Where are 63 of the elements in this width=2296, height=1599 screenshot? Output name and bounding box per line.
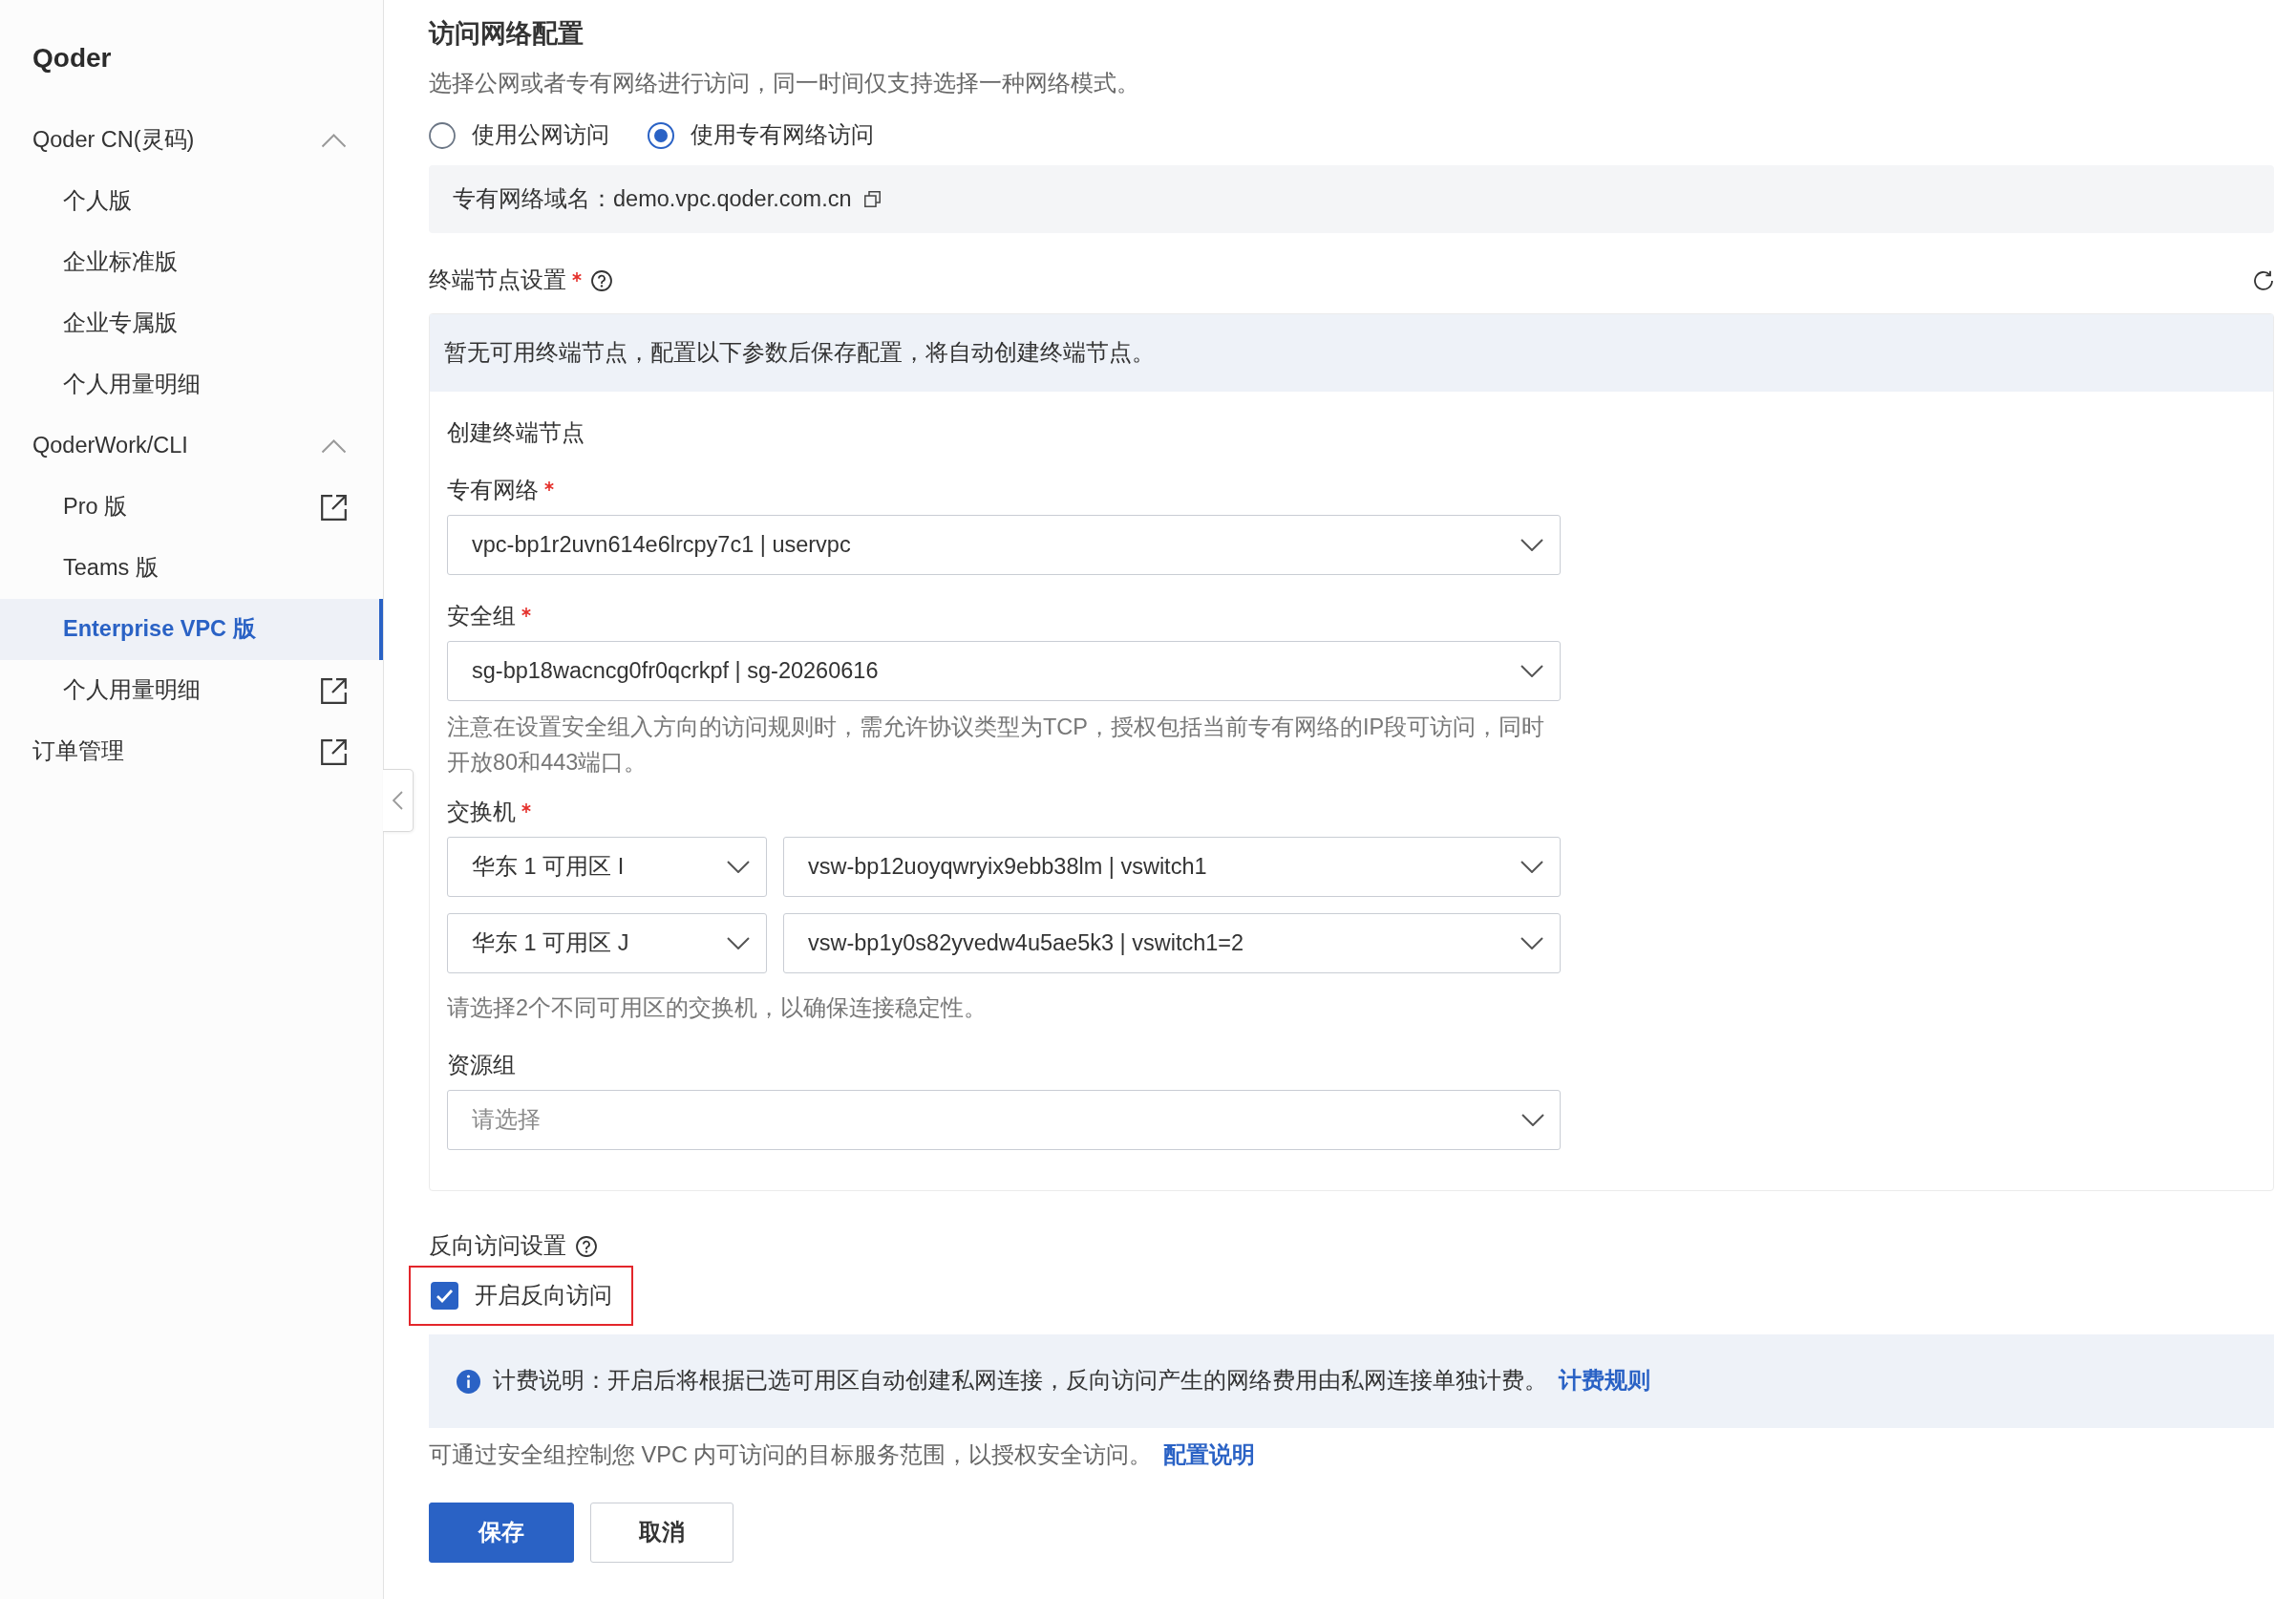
section-label: 反向访问设置 (429, 1232, 566, 1261)
chevron-up-icon[interactable] (321, 438, 347, 454)
sidebar-item[interactable]: Enterprise VPC 版 (0, 599, 383, 660)
chevron-down-icon (1520, 861, 1543, 873)
sidebar-item[interactable]: 个人版 (0, 171, 383, 232)
help-icon[interactable] (576, 1236, 597, 1257)
info-icon (457, 1369, 480, 1394)
checkbox[interactable] (431, 1282, 458, 1310)
dropdown-field[interactable]: vsw-bp12uoyqwryix9ebb38lm | vswitch1 (783, 837, 1561, 897)
chevron-down-icon (1521, 1114, 1544, 1126)
section-title: 访问网络配置 (429, 18, 584, 50)
sidebar-item[interactable]: Pro 版 (0, 477, 383, 538)
sidebar-group-header[interactable]: QoderWork/CLI (0, 416, 383, 477)
external-link-icon[interactable] (321, 677, 347, 704)
field-label: 资源组 (447, 1052, 516, 1079)
sidebar-item[interactable]: 企业专属版 (0, 293, 383, 354)
chevron-left-icon (393, 791, 403, 810)
domain-label: 专有网络域名： (453, 184, 613, 213)
field-label: 交换机 (447, 799, 516, 826)
config-guide-link[interactable]: 配置说明 (1163, 1442, 1256, 1467)
chevron-up-icon[interactable] (321, 133, 347, 148)
chevron-down-icon (727, 861, 750, 873)
notice-banner: 暂无可用终端节点，配置以下参数后保存配置，将自动创建终端节点。 (430, 314, 2273, 392)
billing-note: 计费说明：开启后将根据已选可用区自动创建私网连接，反向访问产生的网络费用由私网连接单独计费。 计费规则 (493, 1367, 1650, 1396)
field-hint: 注意在设置安全组入方向的访问规则时，需允许协议类型为TCP，授权包括当前专有网络的IP段可访问，同时开放80和443端口。 (447, 714, 1546, 777)
dropdown-field[interactable]: sg-bp18wacncg0fr0qcrkpf | sg-20260616 (447, 641, 1561, 701)
section-description: 选择公网或者专有网络进行访问，同一时间仅支持选择一种网络模式。 (429, 70, 1139, 97)
help-icon[interactable] (591, 270, 612, 291)
chevron-down-icon (1520, 539, 1543, 551)
dropdown-field[interactable]: vpc-bp1r2uvn614e6lrcpy7c1 | uservpc (447, 515, 1561, 575)
radio-label: 使用公网访问 (472, 121, 609, 150)
radio-button[interactable] (648, 122, 674, 149)
checkbox-label: 开启反向访问 (475, 1281, 612, 1310)
dropdown-field[interactable]: 华东 1 可用区 J (447, 913, 767, 973)
save-button[interactable]: 保存 (429, 1503, 574, 1563)
billing-rules-link[interactable]: 计费规则 (1559, 1368, 1650, 1394)
sidebar-item[interactable]: 个人用量明细 (0, 660, 383, 721)
sidebar-item[interactable]: 订单管理 (0, 721, 383, 782)
cancel-button[interactable]: 取消 (590, 1503, 733, 1563)
sidebar-item[interactable]: 个人用量明细 (0, 354, 383, 416)
chevron-down-icon (727, 937, 750, 949)
field-label: 安全组 (447, 603, 516, 630)
refresh-icon[interactable] (2253, 270, 2274, 291)
copy-icon[interactable] (863, 191, 881, 207)
sidebar-title: Qoder (32, 42, 112, 75)
sidebar-item[interactable]: 企业标准版 (0, 232, 383, 293)
field-hint: 请选择2个不同可用区的交换机，以确保连接稳定性。 (447, 994, 989, 1022)
section-label: 终端节点设置 (429, 266, 566, 295)
dropdown-field[interactable]: 请选择 (447, 1090, 1561, 1150)
dropdown-field[interactable]: vsw-bp1y0s82yvedw4u5ae5k3 | vswitch1=2 (783, 913, 1561, 973)
dropdown-field[interactable]: 华东 1 可用区 I (447, 837, 767, 897)
external-link-icon[interactable] (321, 738, 347, 765)
chevron-down-icon (1520, 937, 1543, 949)
field-label: 专有网络 (447, 477, 539, 504)
radio-button[interactable] (429, 122, 456, 149)
sidebar-group-header[interactable]: Qoder CN(灵码) (0, 110, 383, 171)
radio-label: 使用专有网络访问 (691, 121, 874, 150)
external-link-icon[interactable] (321, 494, 347, 521)
subsection-title: 创建终端节点 (447, 419, 585, 447)
sidebar-item[interactable]: Teams 版 (0, 538, 383, 599)
domain-value: demo.vpc.qoder.com.cn (613, 184, 852, 213)
footnote: 可通过安全组控制您 VPC 内可访问的目标服务范围，以授权安全访问。 配置说明 (429, 1441, 1256, 1469)
chevron-down-icon (1520, 665, 1543, 677)
